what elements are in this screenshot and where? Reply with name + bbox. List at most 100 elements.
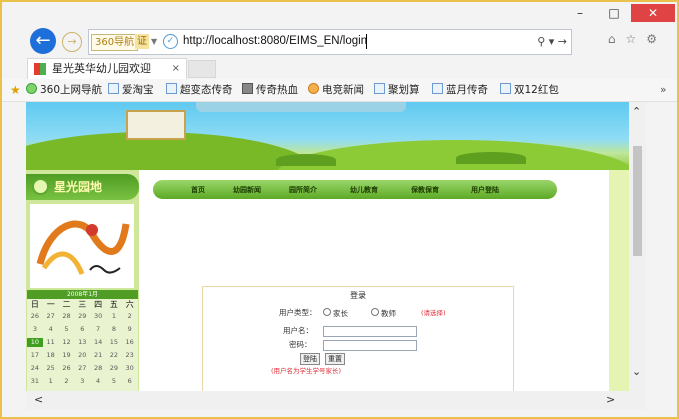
calendar-day[interactable]: 19 (59, 351, 75, 360)
minimize-button[interactable]: – (567, 4, 593, 22)
calendar-day[interactable]: 4 (90, 377, 106, 386)
password-input[interactable] (323, 340, 417, 351)
calendar-day[interactable]: 23 (122, 351, 138, 360)
certificate-badge[interactable]: 证 (135, 34, 149, 49)
tab-close-icon[interactable]: × (172, 61, 180, 77)
calendar-day[interactable]: 26 (59, 364, 75, 373)
calendar-day[interactable]: 5 (59, 325, 75, 334)
scroll-right-icon[interactable]: > (606, 392, 615, 408)
calendar-day[interactable]: 30 (122, 364, 138, 373)
maximize-button[interactable]: □ (601, 4, 627, 22)
radio-label: 教师 (381, 309, 396, 318)
calendar-day[interactable]: 6 (74, 325, 90, 334)
favorite-shuang12[interactable]: 双12红包 (500, 82, 559, 98)
calendar-day[interactable]: 14 (90, 338, 106, 347)
menu-item-education[interactable]: 幼儿教育 (350, 183, 378, 196)
calendar-day[interactable]: 29 (74, 312, 90, 321)
calendar-day[interactable]: 21 (90, 351, 106, 360)
radio-circle-icon[interactable] (371, 308, 379, 316)
browser-toolbar-icons: ⌂☆⚙ (608, 32, 667, 46)
radio-teacher[interactable]: 教师 (371, 308, 396, 319)
go-arrow-icon[interactable]: → (558, 35, 567, 48)
calendar-day[interactable]: 16 (122, 338, 138, 347)
calendar-day[interactable]: 7 (90, 325, 106, 334)
close-window-button[interactable]: ✕ (631, 4, 675, 22)
calendar-day[interactable]: 29 (106, 364, 122, 373)
calendar-day[interactable]: 2 (122, 312, 138, 321)
calendar-day[interactable]: 17 (27, 351, 43, 360)
login-button[interactable]: 登陆 (300, 353, 320, 365)
360-icon (26, 83, 37, 94)
calendar-day[interactable]: 1 (106, 312, 122, 321)
calendar-day[interactable]: 28 (59, 312, 75, 321)
tab-title[interactable]: 星光英华幼儿园欢迎 (52, 61, 151, 77)
calendar-day[interactable]: 27 (43, 312, 59, 321)
calendar-day[interactable]: 30 (90, 312, 106, 321)
calendar-day[interactable]: 28 (90, 364, 106, 373)
favorite-juhuasuan[interactable]: 聚划算 (374, 82, 420, 98)
vertical-scrollbar[interactable]: ⌃ ⌄ (629, 102, 646, 391)
gear-icon[interactable]: ⚙ (646, 32, 667, 46)
favorite-360-nav[interactable]: 360上网导航 (26, 82, 102, 98)
calendar-day[interactable]: 20 (74, 351, 90, 360)
radio-parent[interactable]: 家长 (323, 308, 348, 319)
calendar-day[interactable]: 13 (74, 338, 90, 347)
menu-item-home[interactable]: 首页 (191, 183, 205, 196)
shield-icon[interactable]: ✓ (163, 34, 178, 49)
menu-item-intro[interactable]: 园所简介 (289, 183, 317, 196)
calendar-day[interactable]: 3 (74, 377, 90, 386)
calendar-day[interactable]: 3 (27, 325, 43, 334)
calendar-day[interactable]: 6 (122, 377, 138, 386)
calendar-day[interactable]: 8 (106, 325, 122, 334)
calendar-day[interactable]: 12 (59, 338, 75, 347)
search-icon[interactable]: ⚲ ▾ (537, 35, 554, 48)
calendar-day[interactable]: 25 (43, 364, 59, 373)
favorite-dianjing[interactable]: 电竞新闻 (308, 82, 364, 98)
scroll-thumb[interactable] (633, 146, 642, 256)
calendar-day[interactable]: 5 (106, 377, 122, 386)
address-bar[interactable]: 360导航 证 ▼ ✓ http://localhost:8080/EIMS_E… (88, 29, 572, 55)
new-tab-button[interactable] (188, 60, 216, 78)
calendar-day[interactable]: 22 (106, 351, 122, 360)
calendar-day[interactable]: 4 (43, 325, 59, 334)
nav-360-badge[interactable]: 360导航 (91, 34, 139, 51)
scroll-up-icon[interactable]: ⌃ (632, 104, 641, 120)
calendar-day[interactable]: 11 (43, 338, 59, 347)
favorites-overflow-icon[interactable]: » (660, 82, 666, 98)
favorite-lanyue[interactable]: 蓝月传奇 (432, 82, 488, 98)
dropdown-arrow-icon[interactable]: ▼ (151, 34, 157, 49)
calendar-day[interactable]: 31 (27, 377, 43, 386)
star-icon[interactable]: ☆ (625, 32, 646, 46)
calendar-day[interactable]: 1 (43, 377, 59, 386)
home-icon[interactable]: ⌂ (608, 32, 626, 46)
favorite-chuanqi[interactable]: 传奇热血 (242, 82, 298, 98)
calendar-day[interactable]: 10 (27, 338, 43, 347)
reset-button[interactable]: 重置 (325, 353, 345, 365)
weekday-label: 四 (94, 300, 103, 309)
search-go-controls[interactable]: ⚲ ▾ → (537, 33, 567, 50)
scroll-left-icon[interactable]: < (34, 392, 43, 408)
calendar-day[interactable]: 27 (74, 364, 90, 373)
scroll-down-icon[interactable]: ⌄ (632, 364, 641, 380)
site-banner (26, 102, 629, 212)
calendar-day[interactable]: 9 (122, 325, 138, 334)
calendar-day[interactable]: 24 (27, 364, 43, 373)
calendar-day[interactable]: 26 (27, 312, 43, 321)
menu-item-login[interactable]: 用户登陆 (471, 183, 499, 196)
radio-circle-icon[interactable] (323, 308, 331, 316)
username-input[interactable] (323, 326, 417, 337)
weekday-label: 二 (62, 300, 71, 309)
horizontal-scrollbar[interactable]: < > (26, 391, 646, 409)
calendar-day[interactable]: 2 (59, 377, 75, 386)
forward-arrow-icon[interactable]: → (62, 32, 82, 52)
tab-active[interactable]: 星光英华幼儿园欢迎 × (27, 58, 187, 79)
back-arrow-icon[interactable]: ← (30, 28, 56, 54)
calendar-day[interactable]: 18 (43, 351, 59, 360)
url-text[interactable]: http://localhost:8080/EIMS_EN/login (183, 33, 367, 50)
favorites-star-icon[interactable]: ★ (10, 82, 21, 98)
favorite-aitaobao[interactable]: 爱淘宝 (108, 82, 154, 98)
favorite-chaobiantai[interactable]: 超变态传奇 (166, 82, 233, 98)
menu-item-care[interactable]: 保教保育 (411, 183, 439, 196)
calendar-day[interactable]: 15 (106, 338, 122, 347)
menu-item-news[interactable]: 幼园新闻 (233, 183, 261, 196)
